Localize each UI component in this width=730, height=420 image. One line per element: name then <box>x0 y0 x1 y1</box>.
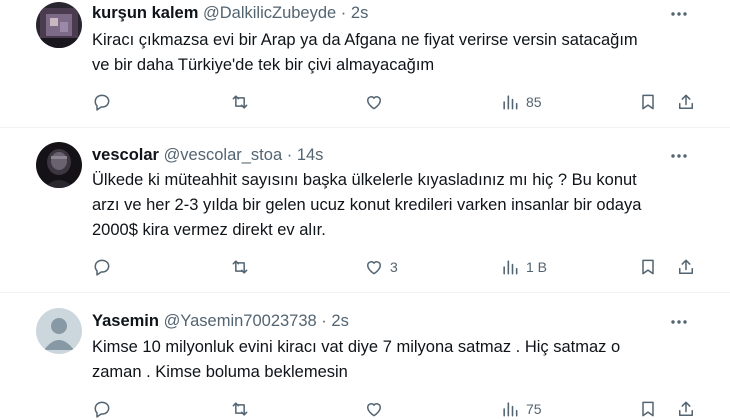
tweet-text: Kiracı çıkmazsa evi bir Arap ya da Afgan… <box>92 31 638 74</box>
tweet-header: kurşun kalem @DalkilicZubeyde · 2s <box>92 2 368 24</box>
action-bar: 75 <box>92 396 698 420</box>
separator-dot: · <box>286 146 293 164</box>
like-button[interactable]: 3 <box>364 254 398 280</box>
bookmark-icon <box>638 92 658 112</box>
display-name[interactable]: Yasemin <box>92 312 159 330</box>
share-button[interactable] <box>676 396 696 420</box>
views-button[interactable]: 1 B <box>500 254 547 280</box>
view-count: 85 <box>526 94 542 110</box>
more-options-icon[interactable] <box>668 311 690 333</box>
display-name[interactable]: kurşun kalem <box>92 4 198 22</box>
retweet-icon <box>230 257 250 277</box>
action-bar: 85 <box>92 89 698 115</box>
tweet[interactable]: vescolar @vescolar_stoa · 14s Ülkede ki … <box>0 128 730 293</box>
timestamp[interactable]: 14s <box>297 146 324 164</box>
tweet[interactable]: kurşun kalem @DalkilicZubeyde · 2s Kirac… <box>0 0 730 128</box>
bookmark-button[interactable] <box>638 89 658 115</box>
heart-icon <box>364 92 384 112</box>
reply-button[interactable] <box>92 254 118 280</box>
bookmark-button[interactable] <box>638 254 658 280</box>
share-icon <box>676 257 696 277</box>
views-button[interactable]: 75 <box>500 396 542 420</box>
views-button[interactable]: 85 <box>500 89 542 115</box>
display-name[interactable]: vescolar <box>92 146 159 164</box>
timestamp[interactable]: 2s <box>331 312 348 330</box>
bookmark-icon <box>638 257 658 277</box>
user-handle[interactable]: @Yasemin70023738 <box>164 312 317 330</box>
separator-dot: · <box>321 312 327 330</box>
reply-button[interactable] <box>92 396 118 420</box>
user-handle[interactable]: @vescolar_stoa <box>164 146 283 164</box>
action-bar: 3 1 B <box>92 254 698 280</box>
tweet[interactable]: Yasemin @Yasemin70023738 · 2s Kimse 10 m… <box>0 293 730 420</box>
share-button[interactable] <box>676 89 696 115</box>
tweet-header: vescolar @vescolar_stoa · 14s <box>92 144 323 166</box>
views-chart-icon <box>500 257 520 277</box>
like-count: 3 <box>390 259 398 275</box>
more-options-icon[interactable] <box>668 3 690 25</box>
user-handle[interactable]: @DalkilicZubeyde <box>203 4 336 22</box>
like-button[interactable] <box>364 89 390 115</box>
avatar[interactable] <box>36 142 82 188</box>
reply-icon <box>92 399 112 419</box>
separator-dot: · <box>340 4 347 22</box>
view-count: 75 <box>526 401 542 417</box>
views-chart-icon <box>500 399 520 419</box>
heart-icon <box>364 257 384 277</box>
retweet-button[interactable] <box>230 254 256 280</box>
avatar[interactable] <box>36 308 82 354</box>
views-chart-icon <box>500 92 520 112</box>
share-icon <box>676 92 696 112</box>
bookmark-button[interactable] <box>638 396 658 420</box>
tweet-header: Yasemin @Yasemin70023738 · 2s <box>92 310 349 332</box>
share-icon <box>676 399 696 419</box>
share-button[interactable] <box>676 254 696 280</box>
like-button[interactable] <box>364 396 390 420</box>
reply-icon <box>92 257 112 277</box>
avatar[interactable] <box>36 2 82 48</box>
more-options-icon[interactable] <box>668 145 690 167</box>
retweet-icon <box>230 399 250 419</box>
tweet-text: Ülkede ki müteahhit sayısını başka ülkel… <box>92 171 642 239</box>
tweet-text: Kimse 10 milyonluk evini kiracı vat diye… <box>92 338 621 381</box>
reply-icon <box>92 92 112 112</box>
retweet-icon <box>230 92 250 112</box>
retweet-button[interactable] <box>230 396 256 420</box>
heart-icon <box>364 399 384 419</box>
reply-button[interactable] <box>92 89 118 115</box>
view-count: 1 B <box>526 259 548 275</box>
retweet-button[interactable] <box>230 89 256 115</box>
timestamp[interactable]: 2s <box>351 4 368 22</box>
bookmark-icon <box>638 399 658 419</box>
